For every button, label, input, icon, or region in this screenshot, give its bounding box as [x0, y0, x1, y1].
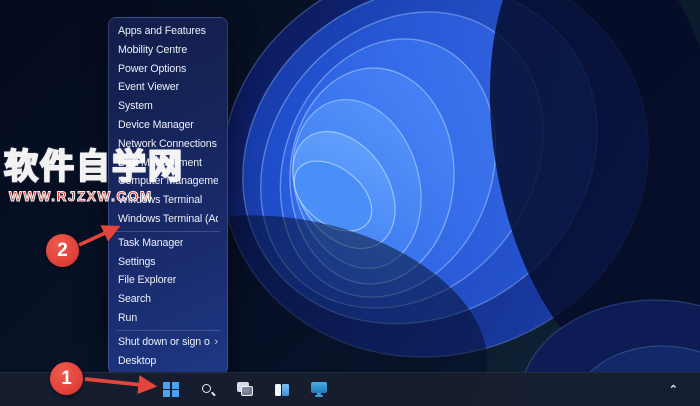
menu-item-label: Network Connections [118, 137, 217, 150]
menu-item-run[interactable]: Run [109, 309, 227, 328]
menu-item-search[interactable]: Search [109, 290, 227, 309]
desktop-wallpaper [0, 0, 700, 406]
desktop: Apps and Features Mobility Centre Power … [0, 0, 700, 406]
widgets-icon [274, 383, 290, 396]
monitor-icon [310, 382, 328, 397]
menu-item-label: Power Options [118, 62, 187, 75]
menu-item-desktop[interactable]: Desktop [109, 352, 227, 371]
menu-item-apps-and-features[interactable]: Apps and Features [109, 22, 227, 41]
menu-item-label: Device Manager [118, 118, 194, 131]
winx-context-menu: Apps and Features Mobility Centre Power … [108, 17, 228, 376]
menu-item-network-connections[interactable]: Network Connections [109, 135, 227, 154]
menu-item-mobility-centre[interactable]: Mobility Centre [109, 41, 227, 60]
menu-item-disk-management[interactable]: Disk Management [109, 154, 227, 173]
show-hidden-icons-button[interactable]: ⌃ [669, 373, 678, 406]
menu-item-power-options[interactable]: Power Options [109, 60, 227, 79]
menu-item-task-manager[interactable]: Task Manager [109, 234, 227, 253]
menu-item-label: Desktop [118, 354, 157, 367]
menu-item-event-viewer[interactable]: Event Viewer [109, 78, 227, 97]
menu-item-windows-terminal[interactable]: Windows Terminal [109, 191, 227, 210]
menu-item-label: Windows Terminal [118, 194, 203, 207]
display-app-button[interactable] [307, 377, 331, 403]
task-view-icon [236, 382, 254, 397]
menu-item-shut-down-or-sign-out[interactable]: Shut down or sign out › [109, 333, 227, 352]
menu-item-label: Disk Management [118, 156, 202, 169]
menu-separator [116, 230, 220, 232]
menu-item-windows-terminal-admin[interactable]: Windows Terminal (Admin) [109, 210, 227, 229]
menu-item-label: System [118, 100, 153, 113]
menu-item-label: Computer Management [118, 175, 218, 188]
menu-item-label: Shut down or sign out [118, 335, 211, 348]
menu-item-file-explorer[interactable]: File Explorer [109, 271, 227, 290]
widgets-button[interactable] [270, 377, 294, 403]
menu-item-label: File Explorer [118, 274, 177, 287]
menu-item-label: Apps and Features [118, 25, 206, 37]
start-button[interactable] [159, 377, 183, 403]
menu-item-label: Windows Terminal (Admin) [118, 212, 218, 225]
menu-item-computer-management[interactable]: Computer Management [109, 172, 227, 191]
menu-item-label: Run [118, 311, 138, 324]
menu-separator [116, 329, 220, 331]
submenu-chevron-icon: › [214, 335, 218, 348]
windows-start-icon [163, 381, 179, 398]
menu-item-label: Mobility Centre [118, 43, 188, 56]
search-icon [200, 382, 216, 398]
menu-item-settings[interactable]: Settings [109, 253, 227, 272]
menu-item-system[interactable]: System [109, 97, 227, 116]
menu-item-label: Task Manager [118, 236, 184, 249]
menu-item-label: Search [118, 293, 151, 306]
menu-item-device-manager[interactable]: Device Manager [109, 116, 227, 135]
taskbar: ⌃ [0, 372, 700, 406]
menu-item-label: Settings [118, 255, 156, 268]
taskbar-icons [159, 373, 331, 406]
task-view-button[interactable] [233, 377, 257, 403]
search-button[interactable] [196, 377, 220, 403]
menu-item-label: Event Viewer [118, 81, 180, 94]
